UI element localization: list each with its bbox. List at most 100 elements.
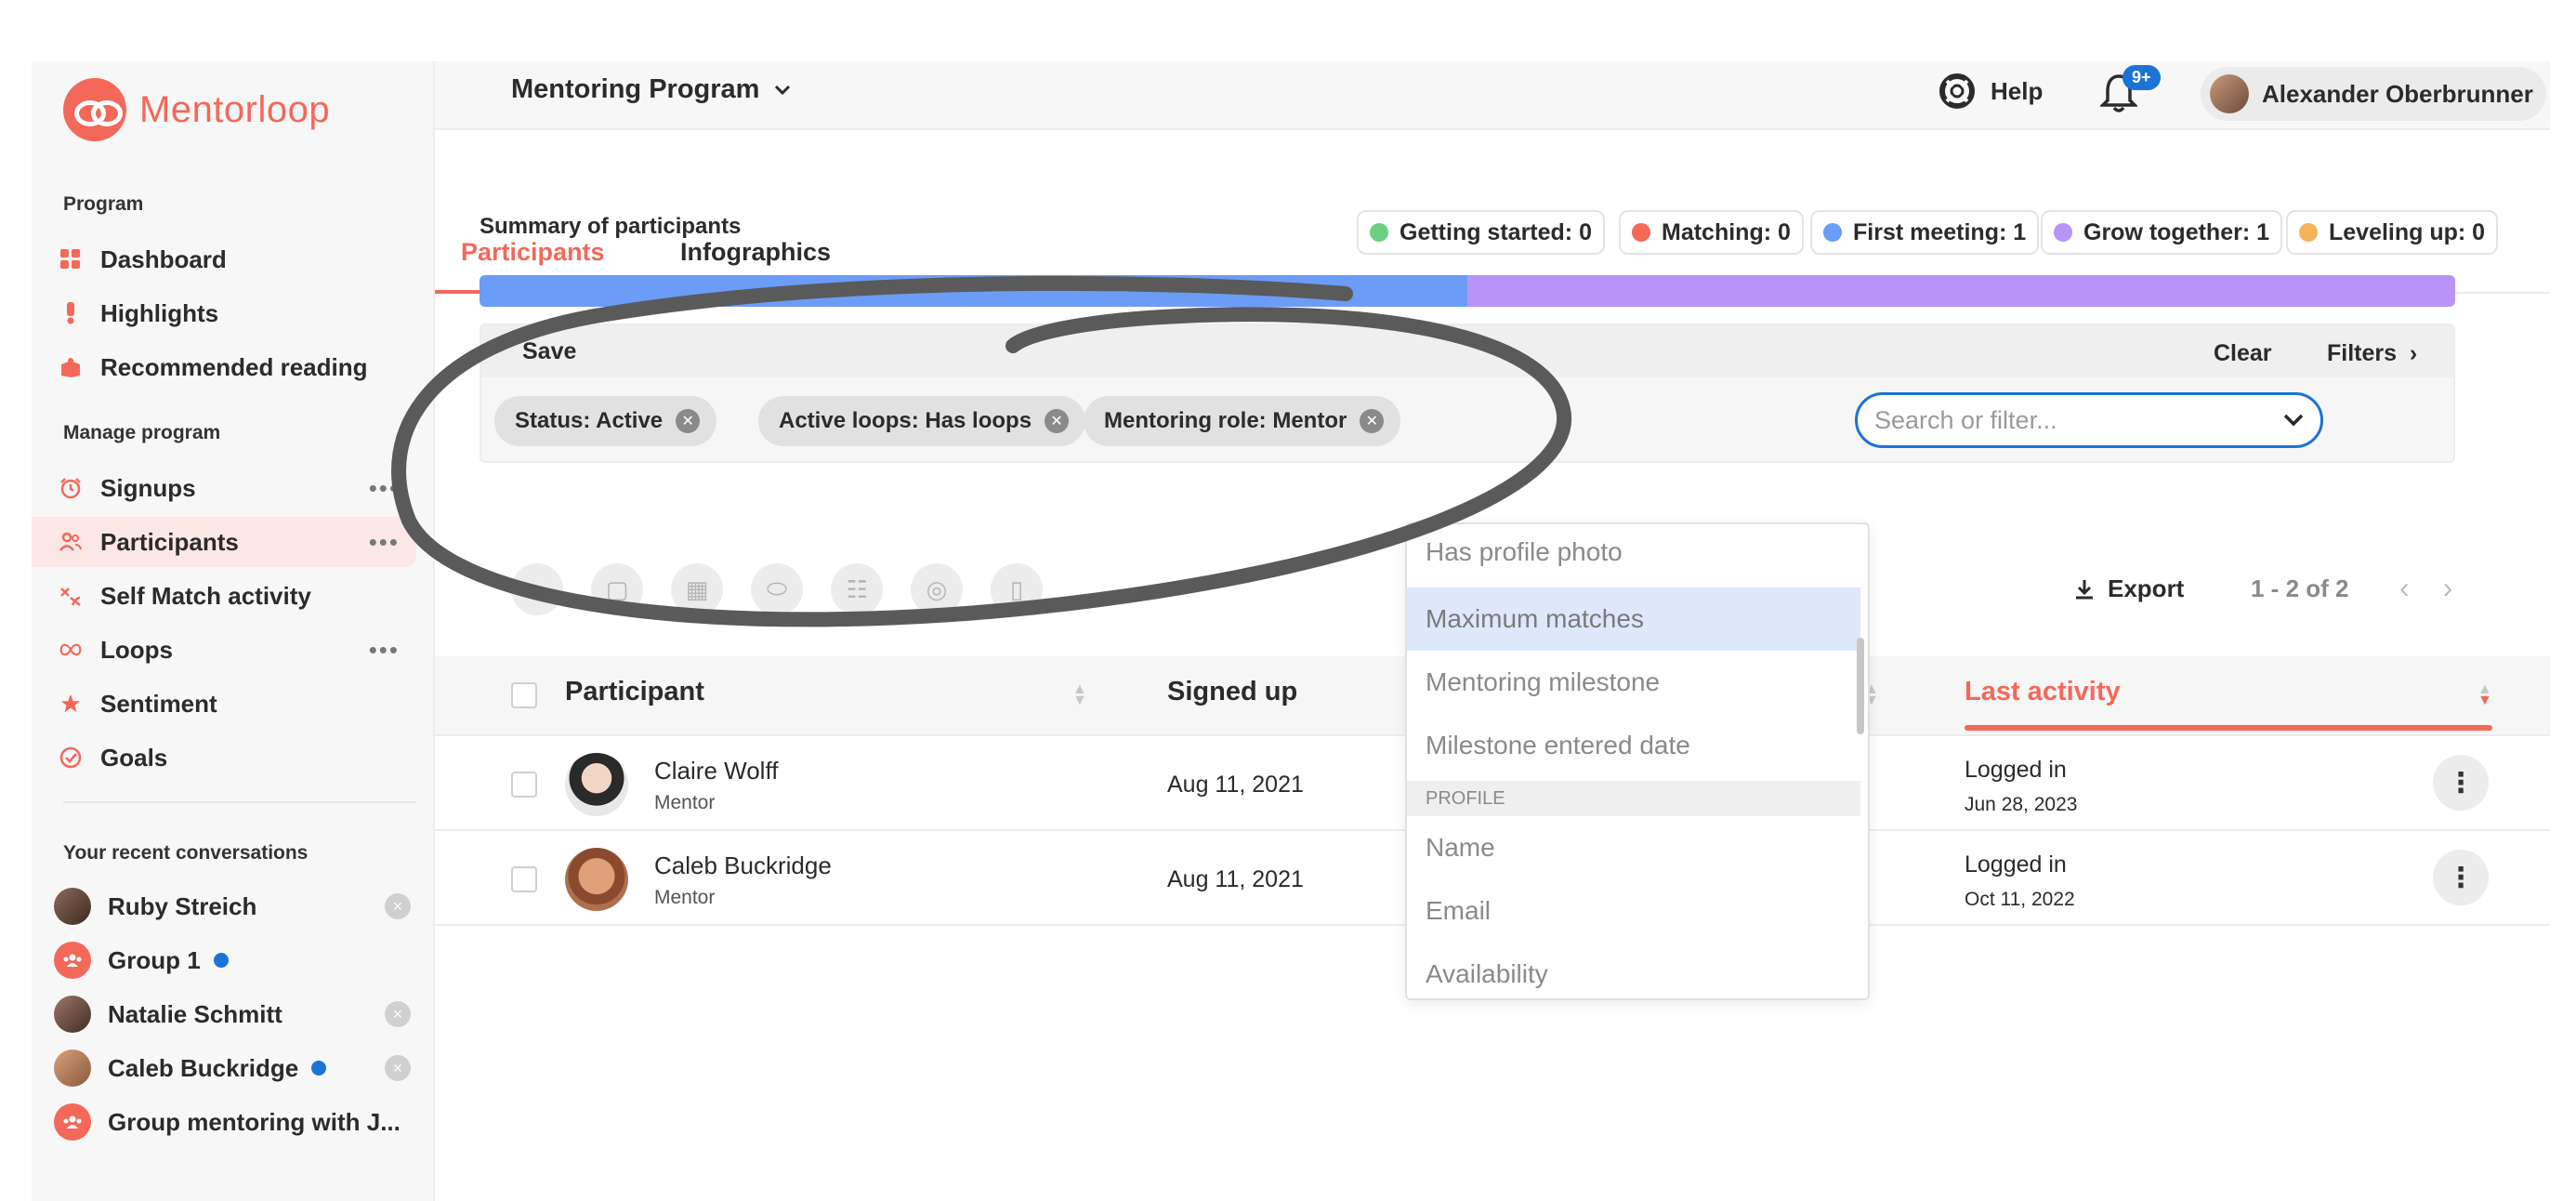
chevron-right-icon[interactable]: ›: [2443, 571, 2453, 605]
mentorloop-logo-icon: [63, 78, 126, 141]
unread-dot: [311, 1061, 327, 1076]
dropdown-option[interactable]: Availability: [1407, 943, 1860, 998]
filter-panel: Save Clear Filters › Status: Active ✕ Ac…: [480, 323, 2455, 463]
sidebar-item-label: Goals: [100, 743, 168, 772]
legend-label: First meeting: 1: [1853, 218, 2027, 245]
dropdown-option[interactable]: Email: [1407, 879, 1860, 943]
sidebar-item-signups[interactable]: Signups •••: [32, 463, 416, 513]
section-label-program: Program: [63, 193, 144, 215]
avatar: [565, 753, 628, 816]
sidebar-item-recommended-reading[interactable]: Recommended reading: [32, 342, 416, 392]
row-menu-icon[interactable]: ⋮: [2433, 755, 2489, 811]
status-dot: [1370, 223, 1388, 242]
participants-progress-bar: [480, 275, 2455, 307]
calendar-icon[interactable]: ▦: [671, 563, 723, 615]
sidebar-item-sentiment[interactable]: Sentiment: [32, 679, 416, 729]
participant-name[interactable]: Claire Wolff: [654, 757, 778, 785]
sidebar-item-label: Self Match activity: [100, 581, 311, 610]
filters-button[interactable]: Filters ›: [2327, 340, 2417, 367]
brand-logo[interactable]: Mentorloop: [63, 78, 330, 141]
sidebar-item-goals[interactable]: Goals: [32, 732, 416, 783]
last-activity: Logged in: [1965, 851, 2067, 878]
help-button[interactable]: Help: [1939, 73, 2043, 110]
group-add-icon[interactable]: ☷: [831, 563, 883, 615]
conversation-item[interactable]: Caleb Buckridge ×: [54, 1043, 426, 1093]
remove-chip-icon[interactable]: ✕: [676, 409, 701, 433]
legend-matching: Matching: 0: [1619, 210, 1804, 255]
export-button[interactable]: Export: [2074, 574, 2184, 603]
tab-infographics[interactable]: Infographics: [680, 238, 831, 267]
chevron-left-icon[interactable]: ‹: [2399, 571, 2410, 605]
status-dot: [1632, 223, 1650, 242]
status-dot: [2054, 223, 2072, 242]
filter-chip[interactable]: Status: Active ✕: [494, 396, 717, 446]
hide-icon[interactable]: ◎: [911, 563, 963, 615]
filter-chip[interactable]: Mentoring role: Mentor ✕: [1084, 396, 1401, 446]
help-label: Help: [1991, 76, 2044, 105]
conversation-item[interactable]: Group mentoring with J...: [54, 1097, 426, 1147]
program-selector[interactable]: Mentoring Program: [511, 74, 791, 105]
dropdown-group-header: PROFILE: [1407, 781, 1860, 816]
summary-label: Summary of participants: [480, 214, 742, 239]
avatar: [54, 888, 91, 925]
column-last-activity[interactable]: Last activity: [1965, 677, 2121, 707]
sidebar-item-highlights[interactable]: Highlights: [32, 288, 416, 338]
row-checkbox[interactable]: [511, 866, 537, 892]
signed-up-date: Aug 11, 2021: [1167, 772, 1304, 798]
grid-icon: [59, 248, 82, 271]
dropdown-option[interactable]: Maximum matches: [1407, 587, 1860, 651]
dropdown-scrollbar[interactable]: [1857, 638, 1864, 734]
close-icon[interactable]: ×: [385, 1055, 411, 1081]
filter-search[interactable]: [1855, 392, 2323, 448]
last-activity: Logged in: [1965, 757, 2067, 783]
conversation-label: Caleb Buckridge: [108, 1053, 299, 1082]
conversation-label: Ruby Streich: [108, 891, 257, 920]
tab-participants[interactable]: Participants: [461, 238, 605, 267]
trash-icon[interactable]: ▯: [991, 563, 1043, 615]
more-icon[interactable]: •••: [369, 528, 400, 557]
user-menu[interactable]: Alexander Oberbrunner: [2201, 67, 2546, 121]
group-icon: [54, 1103, 91, 1141]
filter-chip[interactable]: Active loops: Has loops ✕: [758, 396, 1086, 446]
remove-chip-icon[interactable]: ✕: [1045, 409, 1070, 433]
select-all-checkbox[interactable]: [511, 682, 537, 708]
dropdown-option[interactable]: Mentoring milestone: [1407, 651, 1860, 714]
dropdown-option[interactable]: Name: [1407, 816, 1860, 879]
chevron-right-icon: ›: [2402, 340, 2418, 366]
sidebar-item-participants[interactable]: Participants •••: [32, 517, 416, 567]
chevron-down-icon[interactable]: [2283, 414, 2304, 427]
filter-chip-label: Active loops: Has loops: [779, 408, 1032, 433]
close-icon[interactable]: ×: [385, 893, 411, 919]
column-participant[interactable]: Participant: [565, 677, 704, 707]
message-icon[interactable]: ▢: [591, 563, 643, 615]
select-all-icon[interactable]: [511, 563, 563, 615]
participant-name[interactable]: Caleb Buckridge: [654, 851, 832, 880]
active-column-indicator: [1965, 725, 2492, 731]
dropdown-option[interactable]: Milestone entered date: [1407, 714, 1860, 777]
sort-desc-icon[interactable]: ▲ ▼: [2477, 682, 2492, 708]
row-menu-icon[interactable]: ⋮: [2433, 850, 2489, 905]
close-icon[interactable]: ×: [385, 1001, 411, 1027]
search-input[interactable]: [1874, 405, 2265, 435]
more-icon[interactable]: •••: [369, 474, 400, 503]
avatar: [565, 848, 628, 911]
sidebar-item-dashboard[interactable]: Dashboard: [32, 234, 416, 284]
remove-chip-icon[interactable]: ✕: [1360, 409, 1385, 433]
alarm-icon: [59, 477, 82, 499]
conversation-item[interactable]: Ruby Streich ×: [54, 881, 426, 931]
save-filter-button[interactable]: Save: [522, 338, 576, 365]
row-checkbox[interactable]: [511, 772, 537, 798]
sidebar-item-loops[interactable]: Loops •••: [32, 625, 416, 675]
sort-icon[interactable]: ▲ ▼: [1072, 682, 1087, 708]
clear-filters-button[interactable]: Clear: [2214, 340, 2272, 367]
sidebar-item-label: Dashboard: [100, 244, 227, 273]
more-icon[interactable]: •••: [369, 636, 400, 665]
column-signed-up[interactable]: Signed up: [1167, 677, 1297, 707]
tag-icon[interactable]: ⬭: [751, 563, 803, 615]
dropdown-option[interactable]: Has profile photo: [1407, 524, 1860, 584]
conversation-label: Group mentoring with J...: [108, 1107, 401, 1136]
conversation-item[interactable]: Natalie Schmitt ×: [54, 989, 426, 1039]
conversation-item[interactable]: Group 1: [54, 935, 426, 985]
sidebar-item-self-match-activity[interactable]: Self Match activity: [32, 571, 416, 621]
conversation-label: Natalie Schmitt: [108, 999, 283, 1028]
